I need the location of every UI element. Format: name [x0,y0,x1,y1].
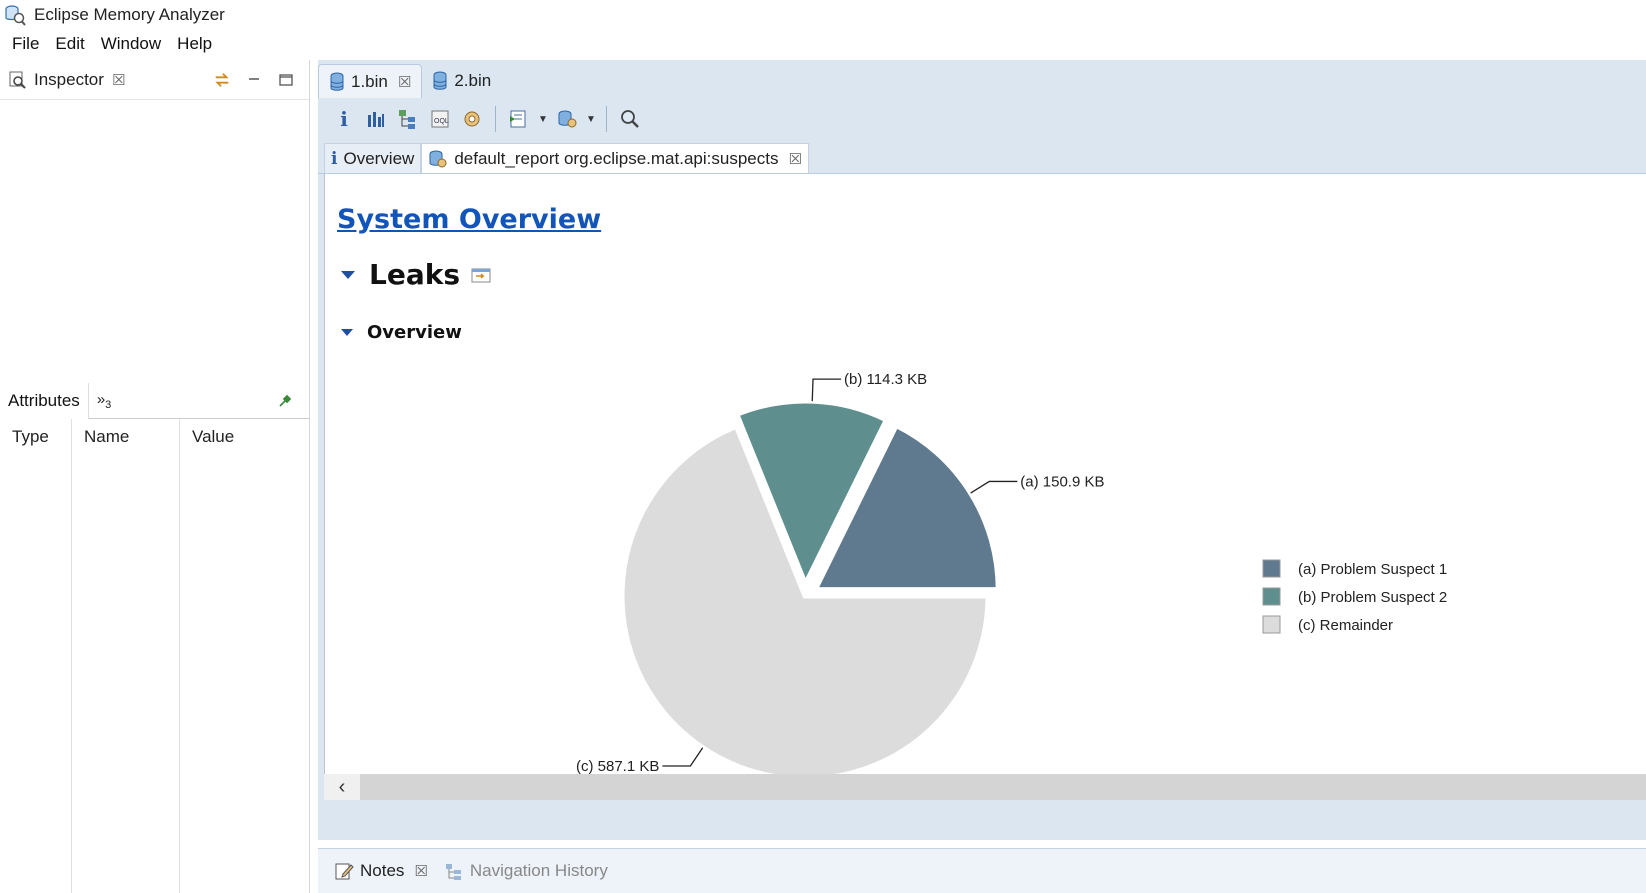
tab-overview-label: Overview [343,148,415,168]
tab-default-report[interactable]: default_report org.eclipse.mat.api:suspe… [421,143,809,173]
more-tabs-count: 3 [105,398,112,411]
attributes-section: Attributes »3 Type Name Value [0,382,310,893]
inspector-actions [213,71,309,89]
menu-edit[interactable]: Edit [47,34,92,54]
scroll-left-arrow[interactable]: ‹ [324,774,360,800]
legend-swatch [1262,615,1281,634]
pie-leader-line [970,480,1018,494]
attributes-table: Type Name Value [0,419,310,893]
editor-toolbar: i OQL ▼ ▼ [318,98,1646,140]
attributes-tabbar: Attributes »3 [0,382,310,419]
pie-leader-line [662,747,704,767]
info-icon: i [331,148,338,169]
minimize-icon[interactable] [245,71,263,89]
query-browser-icon[interactable] [553,105,581,133]
memory-analyzer-app-icon [5,5,26,26]
menu-bar: File Edit Window Help [0,30,1646,58]
horizontal-scrollbar[interactable]: ‹ [324,774,1646,800]
run-report-icon[interactable] [505,105,533,133]
tab-1-bin[interactable]: 1.bin ☒ [318,64,423,98]
tab-navigation-history[interactable]: Navigation History [436,861,616,881]
navigation-history-icon [445,864,461,880]
more-tabs-button[interactable]: »3 [89,391,111,411]
chevron-down-icon[interactable]: ▼ [537,105,549,133]
tab-default-report-label: default_report org.eclipse.mat.api:suspe… [454,148,779,168]
query-report-icon [429,150,447,167]
overview-subsection-header[interactable]: Overview [341,322,462,343]
dominator-tree-icon[interactable] [394,105,422,133]
tab-overview[interactable]: i Overview [324,143,422,173]
tab-2-bin[interactable]: 2.bin [422,64,501,98]
tab-inspector-label: Inspector [34,69,104,89]
oql-icon[interactable]: OQL [426,105,454,133]
close-icon[interactable]: ☒ [398,73,411,91]
tab-notes-label: Notes [360,861,405,880]
window-title: Eclipse Memory Analyzer [34,5,225,24]
tab-1-bin-label: 1.bin [351,71,388,91]
more-tabs-chevron: » [96,390,106,408]
sync-arrows-icon[interactable] [213,71,231,89]
heap-dump-overview-icon[interactable] [458,105,486,133]
toolbar-separator [495,106,496,132]
leak-suspects-pie-chart: (a) 150.9 KB (b) 114.3 KB (c) 587.1 KB (a)… [576,371,1447,782]
tab-attributes[interactable]: Attributes [0,382,89,419]
bottom-panel-tabbar: Notes ☒ Navigation History [318,848,1646,893]
maximize-icon[interactable] [277,71,295,89]
tab-notes[interactable]: Notes ☒ [326,861,436,881]
heap-dump-icon [433,71,447,90]
menu-file[interactable]: File [4,34,47,54]
notes-icon [335,863,354,880]
menu-help[interactable]: Help [169,34,220,54]
info-icon[interactable]: i [330,105,358,133]
legend-swatch [1262,559,1281,578]
legend-entry: (c) Remainder [1298,617,1393,634]
column-header-value[interactable]: Value [180,419,292,893]
close-icon[interactable]: ☒ [788,150,801,168]
column-header-type[interactable]: Type [0,419,72,893]
pie-data-label: (b) 114.3 KB [844,371,927,388]
system-overview-link[interactable]: System Overview [337,204,601,235]
editor-tabbar: 1.bin ☒ 2.bin [318,60,1646,98]
close-icon[interactable]: ☒ [112,71,125,89]
left-panel: Inspector ☒ Attributes »3 Type Name Valu… [0,60,310,893]
legend-entry: (a) Problem Suspect 1 [1298,561,1447,578]
window-titlebar: Eclipse Memory Analyzer [0,0,1646,30]
column-header-name[interactable]: Name [72,419,180,893]
report-tabbar: i Overview default_report org.eclipse.ma… [318,140,1646,174]
histogram-icon[interactable] [362,105,390,133]
close-icon[interactable]: ☒ [414,862,427,880]
overview-subheading: Overview [367,322,462,343]
inspector-icon [9,71,26,89]
leaks-heading: Leaks [369,258,461,291]
heap-dump-icon [330,72,344,91]
collapse-triangle-icon[interactable] [341,270,355,279]
leaks-section-header[interactable]: Leaks [341,258,492,291]
pie-data-label: (c) 587.1 KB [576,758,659,775]
menu-window[interactable]: Window [93,34,169,54]
open-in-new-window-icon[interactable] [470,265,492,285]
legend-entry: (b) Problem Suspect 2 [1298,589,1447,606]
report-content: System Overview Leaks Overview (a) 150.9… [324,174,1646,800]
inspector-tabbar: Inspector ☒ [0,60,309,100]
editor-area: 1.bin ☒ 2.bin i OQL ▼ ▼ i Overview defau… [318,60,1646,840]
collapse-triangle-icon[interactable] [341,329,353,336]
pie-data-label: (a) 150.9 KB [1020,473,1104,490]
pie-leader-line [811,378,842,402]
chevron-down-icon[interactable]: ▼ [585,105,597,133]
tab-navigation-history-label: Navigation History [469,861,608,880]
toolbar-separator [606,106,607,132]
tab-inspector[interactable]: Inspector ☒ [0,62,133,98]
tab-2-bin-label: 2.bin [454,71,492,90]
pin-icon[interactable] [278,394,292,408]
search-icon[interactable] [616,105,644,133]
legend-swatch [1262,587,1281,606]
svg-text:OQL: OQL [434,118,449,125]
